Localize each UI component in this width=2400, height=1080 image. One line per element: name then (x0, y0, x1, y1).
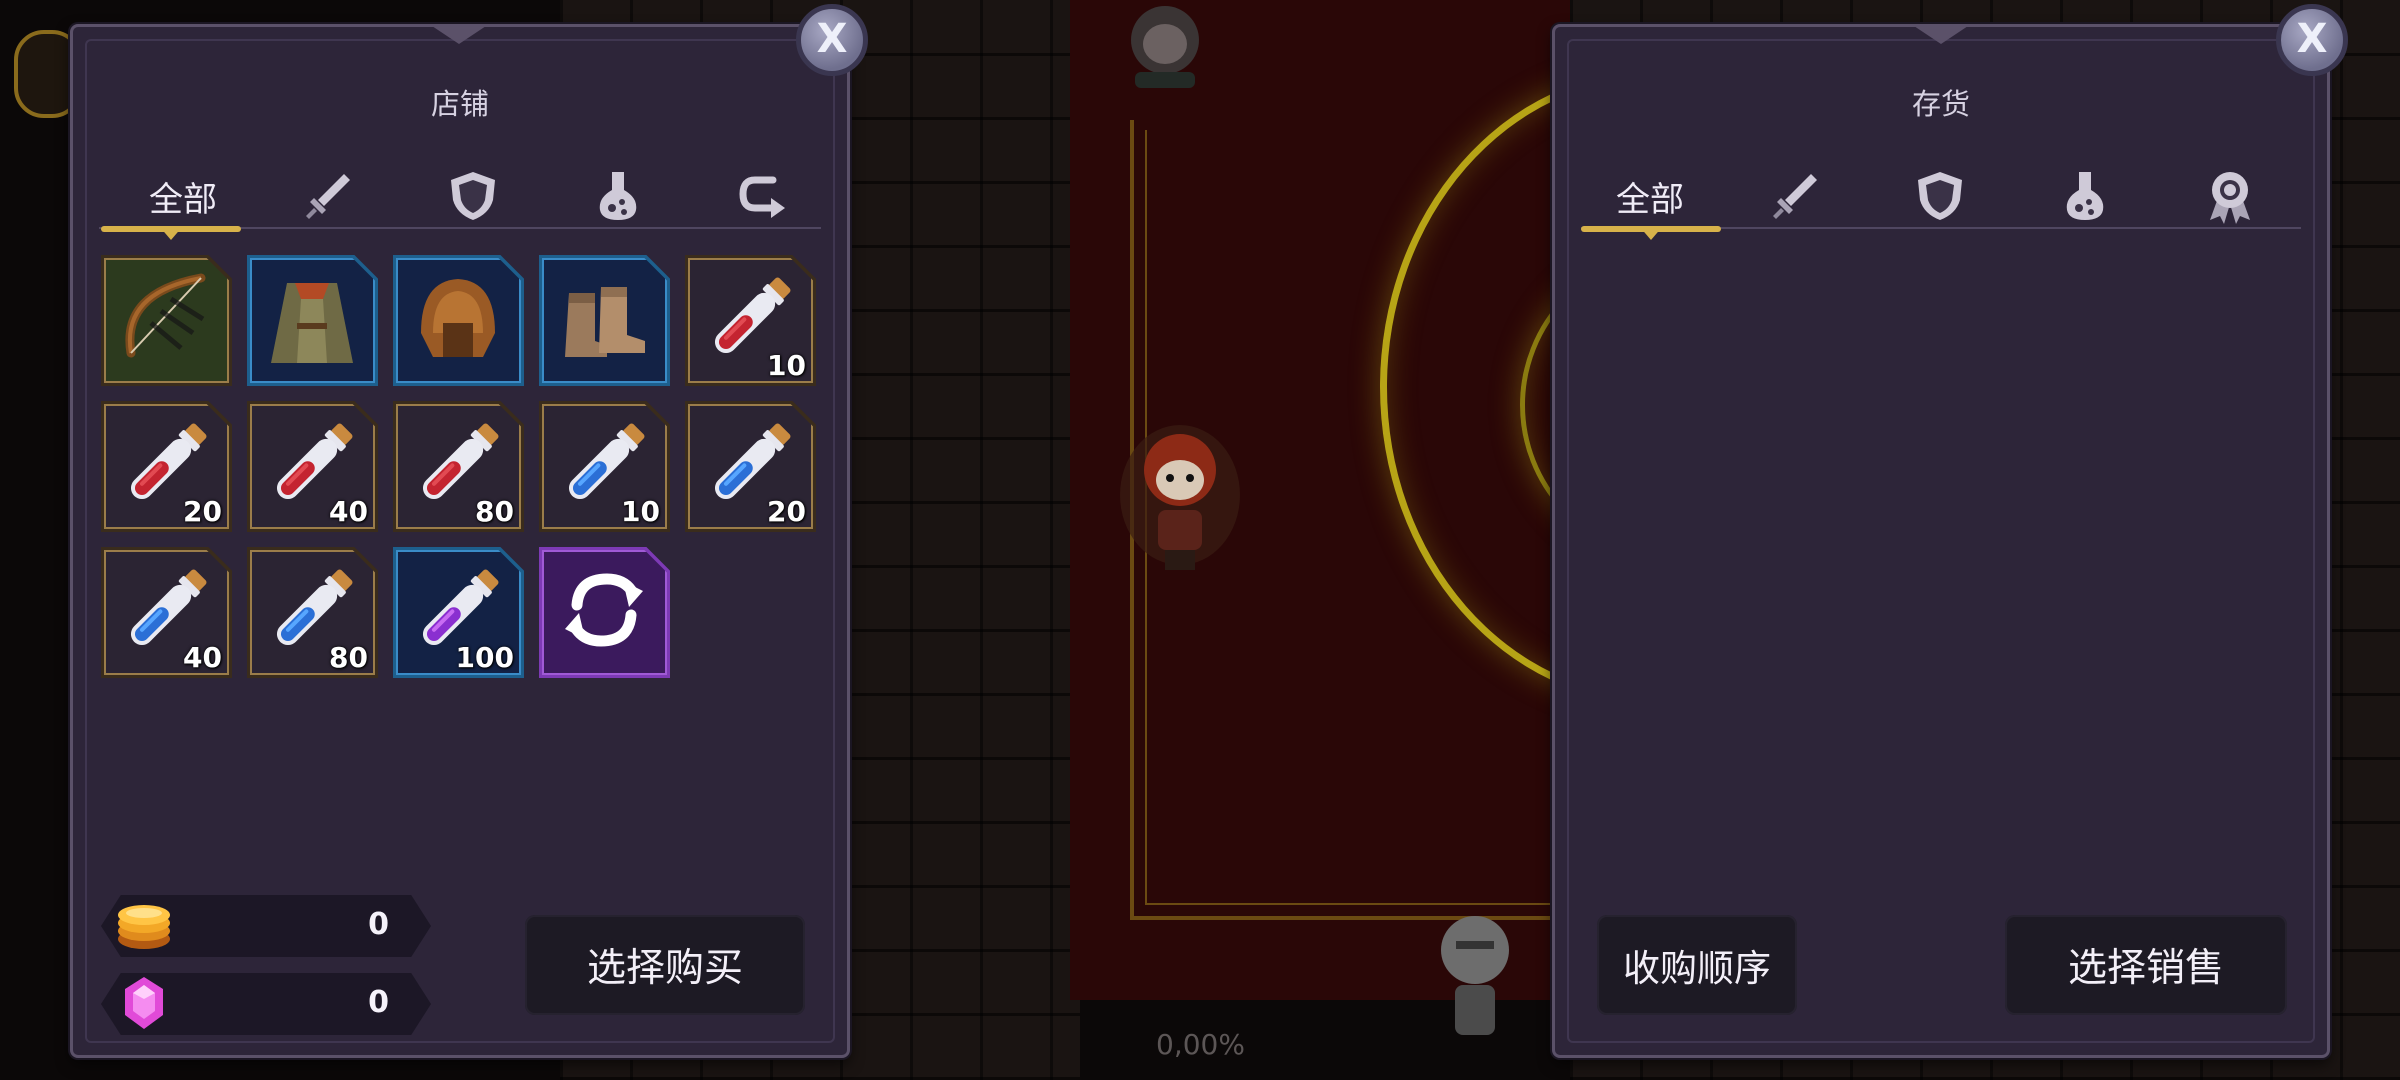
inventory-close-button[interactable]: X (2276, 4, 2348, 76)
item-quantity: 80 (475, 495, 514, 528)
shop-item-slot[interactable]: 100 (393, 547, 524, 678)
inventory-tabs: 全部 (1555, 161, 2327, 231)
shop-item-slot[interactable]: 80 (393, 401, 524, 532)
shop-tab-weapons[interactable] (273, 161, 383, 231)
leather-helmet-icon (421, 279, 495, 357)
shop-tab-all[interactable]: 全部 (128, 161, 238, 231)
shop-item-slot[interactable] (247, 255, 378, 386)
player-character (1120, 425, 1240, 570)
inventory-tab-potions[interactable] (2030, 161, 2140, 231)
item-quantity: 20 (767, 495, 806, 528)
buyback-order-button[interactable]: 收购顺序 (1597, 915, 1797, 1015)
leather-boots-icon (565, 287, 645, 357)
item-quantity: 10 (621, 495, 660, 528)
inventory-panel: 存货 全部 收购顺序 选择销售 (1552, 24, 2330, 1058)
shop-tab-armor[interactable] (418, 161, 528, 231)
item-quantity: 40 (329, 495, 368, 528)
enemy-character (1131, 6, 1199, 88)
item-quantity: 100 (455, 641, 514, 674)
inventory-tab-weapons[interactable] (1740, 161, 1850, 231)
gold-counter: 0 (101, 895, 431, 957)
inventory-empty-area (1581, 247, 2301, 887)
shop-tabs: 全部 (73, 161, 847, 231)
sword-icon (1773, 174, 1817, 219)
panel-notch (429, 24, 489, 44)
tab-active-indicator (101, 226, 241, 240)
badge-icon (2210, 172, 2250, 224)
item-quantity: 10 (767, 349, 806, 382)
potion-icon (599, 172, 637, 220)
inventory-title: 存货 (1911, 87, 1970, 121)
shield-icon (1918, 172, 1962, 220)
inventory-tab-accessories[interactable] (2175, 161, 2285, 231)
tab-active-indicator (1581, 226, 1721, 240)
gem-counter: 0 (101, 973, 431, 1035)
potion-icon (2066, 172, 2104, 220)
shop-item-slot[interactable]: 20 (685, 401, 816, 532)
shield-icon (451, 172, 495, 220)
tab-all-label: 全部 (149, 179, 217, 220)
item-quantity: 20 (183, 495, 222, 528)
refresh-icon (565, 573, 643, 647)
shop-tab-potions[interactable] (563, 161, 673, 231)
inventory-tab-armor[interactable] (1885, 161, 1995, 231)
gem-amount: 0 (368, 985, 389, 1020)
shop-item-slot[interactable] (101, 255, 232, 386)
return-arrow-icon (739, 176, 785, 218)
select-sell-button[interactable]: 选择销售 (2005, 915, 2287, 1015)
shop-item-slot[interactable] (539, 547, 670, 678)
sword-icon (306, 174, 350, 219)
shop-item-slot[interactable]: 10 (685, 255, 816, 386)
gem-icon (125, 977, 163, 1029)
shop-item-slot[interactable] (539, 255, 670, 386)
shop-panel: 店铺 全部 10 20 40 80 10 20 40 80 100 0 0 选择… (70, 24, 850, 1058)
tab-all-label: 全部 (1616, 179, 1684, 220)
shop-item-slot[interactable]: 10 (539, 401, 670, 532)
shop-close-button[interactable]: X (796, 4, 868, 76)
progress-percent: 0,00% (1156, 1028, 1245, 1061)
inventory-tab-all[interactable]: 全部 (1595, 161, 1705, 231)
shop-item-slot[interactable]: 40 (247, 401, 378, 532)
item-quantity: 80 (329, 641, 368, 674)
shop-item-slot[interactable] (393, 255, 524, 386)
cloak-armor-icon (271, 283, 353, 363)
shop-item-slot[interactable]: 40 (101, 547, 232, 678)
bow-icon (125, 273, 206, 358)
select-buy-button[interactable]: 选择购买 (525, 915, 805, 1015)
gold-amount: 0 (368, 907, 389, 942)
shop-tab-buyback[interactable] (708, 161, 818, 231)
item-quantity: 40 (183, 641, 222, 674)
knight-character (1441, 916, 1509, 1035)
gold-coin-icon (118, 905, 170, 949)
shop-item-slot[interactable]: 20 (101, 401, 232, 532)
panel-notch (1911, 24, 1971, 44)
shop-item-slot[interactable]: 80 (247, 547, 378, 678)
shop-title: 店铺 (430, 87, 489, 121)
